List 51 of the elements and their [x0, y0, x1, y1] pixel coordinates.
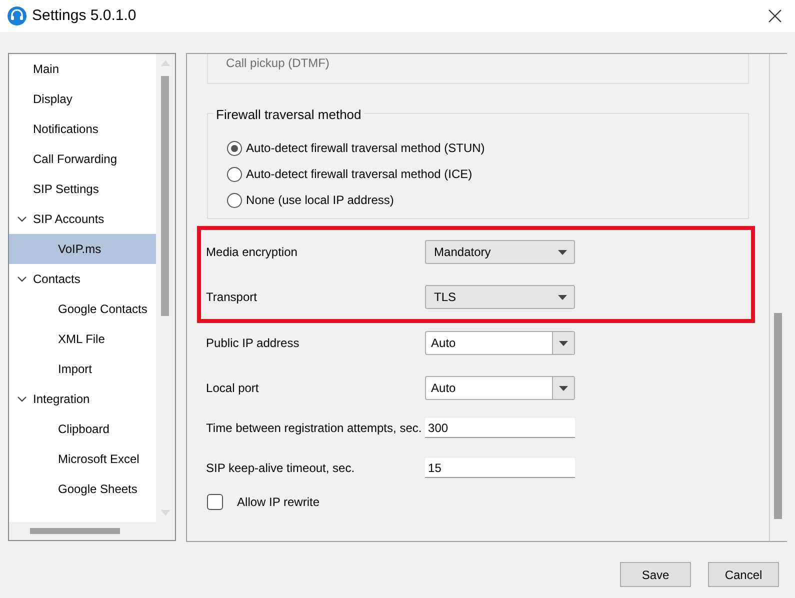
tree-item[interactable]: Clipboard [9, 414, 156, 444]
dropdown[interactable]: TLS [425, 285, 576, 309]
dialog-button[interactable]: Save [620, 562, 691, 587]
tree-item[interactable]: Google Contacts [9, 294, 156, 324]
tree-item[interactable]: SIP Settings [9, 174, 156, 204]
checkbox[interactable] [207, 494, 224, 510]
tree-item[interactable]: XML File [9, 324, 156, 354]
vertical-scrollbar[interactable] [156, 54, 176, 522]
radio-label: Auto-detect firewall traversal method (STUN) [246, 140, 485, 157]
tree-item[interactable]: Main [9, 54, 156, 84]
tree-item[interactable]: Import [9, 354, 156, 384]
dropdown-arrow-icon [558, 294, 568, 300]
tree-item[interactable]: Notifications [9, 114, 156, 144]
radio-label: None (use local IP address) [246, 192, 394, 209]
input-field[interactable]: 15 [425, 458, 576, 478]
scrollbar-thumb[interactable] [774, 313, 782, 519]
dropdown-arrow-icon [558, 250, 568, 254]
field-label: Local port [206, 380, 260, 397]
tree-item[interactable]: Contacts [9, 264, 156, 294]
tree-item[interactable]: Microsoft Excel [9, 444, 156, 474]
radio-label: Auto-detect firewall traversal method (ICE) [246, 166, 472, 183]
tree-item[interactable]: Google Sheets [9, 474, 156, 504]
scrollbar-thumb[interactable] [30, 528, 120, 534]
tree-item[interactable]: SIP Accounts [9, 204, 156, 234]
tree-item[interactable]: Integration [9, 384, 156, 414]
chevron-down-icon[interactable] [17, 274, 27, 284]
radio-button[interactable] [227, 140, 242, 156]
close-icon [768, 9, 782, 23]
combo-box[interactable]: Auto [425, 376, 576, 400]
tree-item[interactable]: VoIP.ms [9, 234, 156, 264]
field-label: Time between registration attempts, sec. [206, 420, 423, 437]
tree-item[interactable]: Call Forwarding [9, 144, 156, 174]
field-label: SIP keep-alive timeout, sec. [206, 460, 356, 477]
dropdown[interactable]: Mandatory [425, 240, 576, 264]
window-title: Settings 5.0.1.0 [32, 6, 136, 26]
checkbox-label: Allow IP rewrite [237, 494, 320, 511]
dialog-button[interactable]: Cancel [708, 562, 779, 587]
field-label: Public IP address [206, 335, 300, 352]
input-field[interactable]: 300 [425, 418, 576, 438]
horizontal-scrollbar[interactable] [9, 522, 176, 540]
chevron-down-icon[interactable] [17, 394, 27, 404]
chevron-down-icon[interactable] [17, 214, 27, 224]
field-label: Media encryption [206, 244, 298, 261]
option-label: Call pickup (DTMF) [226, 55, 330, 70]
radio-button[interactable] [227, 192, 242, 208]
radio-button[interactable] [227, 166, 242, 182]
tree-item[interactable]: Display [9, 84, 156, 114]
combo-box[interactable]: Auto [425, 331, 576, 355]
field-label: Transport [206, 289, 258, 306]
headset-logo-icon [7, 6, 27, 26]
scrollbar-thumb[interactable] [161, 76, 170, 316]
